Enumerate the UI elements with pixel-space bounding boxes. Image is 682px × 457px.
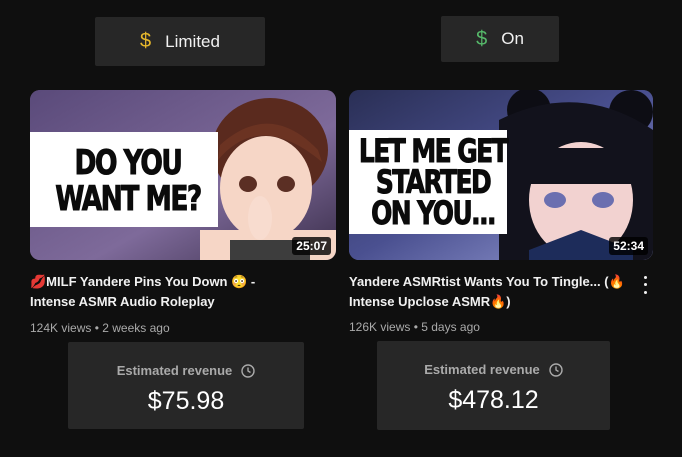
- video-title[interactable]: 💋MILF Yandere Pins You Down 😳 - Intense …: [30, 272, 330, 312]
- dollar-icon: $: [140, 30, 152, 52]
- video-thumbnail[interactable]: DO YOU WANT ME? 25:07: [30, 90, 336, 260]
- revenue-value: $75.98: [147, 387, 225, 415]
- clock-icon[interactable]: [549, 362, 563, 377]
- estimated-revenue-card: Estimated revenue $75.98: [68, 342, 304, 429]
- video-meta: 124K views • 2 weeks ago: [30, 321, 170, 335]
- video-title[interactable]: Yandere ASMRtist Wants You To Tingle... …: [349, 272, 639, 312]
- revenue-value: $478.12: [448, 386, 539, 414]
- revenue-label: Estimated revenue: [424, 362, 540, 377]
- clock-icon[interactable]: [241, 363, 255, 378]
- video-meta: 126K views • 5 days ago: [349, 320, 480, 334]
- thumbnail-caption: LET ME GET STARTED ON YOU...: [358, 132, 509, 232]
- video-duration: 52:34: [609, 237, 648, 255]
- video-thumbnail[interactable]: LET ME GET STARTED ON YOU... 52:34: [349, 90, 653, 260]
- monetization-label: Limited: [165, 31, 220, 51]
- dollar-icon: $: [476, 27, 488, 50]
- monetization-badge-on[interactable]: $ On: [441, 16, 559, 62]
- revenue-label: Estimated revenue: [116, 363, 233, 378]
- monetization-label: On: [501, 29, 524, 48]
- monetization-badge-limited[interactable]: $ Limited: [95, 17, 265, 66]
- estimated-revenue-card: Estimated revenue $478.12: [377, 341, 610, 430]
- video-duration: 25:07: [292, 237, 331, 255]
- more-vert-icon[interactable]: [638, 274, 652, 296]
- thumbnail-caption: DO YOU WANT ME?: [55, 143, 203, 219]
